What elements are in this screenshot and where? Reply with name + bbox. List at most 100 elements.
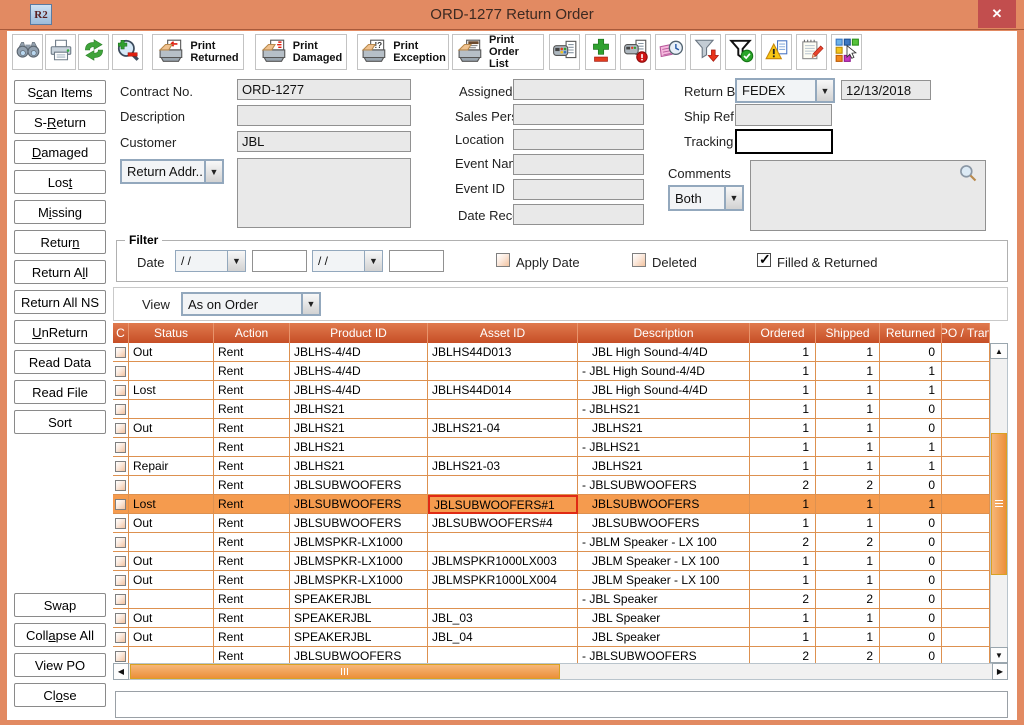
date-from-time-field[interactable] bbox=[252, 250, 307, 272]
notes-clock-button[interactable] bbox=[655, 34, 686, 70]
warning-doc-button[interactable] bbox=[761, 34, 792, 70]
row-checkbox[interactable] bbox=[115, 632, 126, 643]
chevron-down-icon[interactable]: ▼ bbox=[815, 80, 833, 101]
event-id-field[interactable] bbox=[513, 179, 644, 200]
notepad-pencil-button[interactable] bbox=[796, 34, 827, 70]
print-order-list-button[interactable]: PrintOrder List bbox=[452, 34, 544, 70]
scroll-right-icon[interactable]: ▶ bbox=[992, 663, 1008, 680]
return-date-field[interactable] bbox=[841, 80, 931, 100]
table-row[interactable]: LostRentJBLHS-4/4DJBLHS44D014JBL High So… bbox=[113, 381, 990, 400]
tracking-field[interactable] bbox=[735, 129, 833, 154]
scroll-up-icon[interactable]: ▲ bbox=[990, 343, 1008, 359]
row-checkbox[interactable] bbox=[115, 366, 126, 377]
chevron-down-icon[interactable]: ▼ bbox=[204, 161, 222, 182]
scanner-list-button[interactable] bbox=[549, 34, 580, 70]
column-header-description[interactable]: Description bbox=[578, 323, 750, 343]
table-row[interactable]: OutRentJBLSUBWOOFERSJBLSUBWOOFERS#4JBLSU… bbox=[113, 514, 990, 533]
sidebar-button-read-data[interactable]: Read Data bbox=[14, 350, 106, 374]
table-row[interactable]: RentJBLMSPKR-LX1000- JBLM Speaker - LX 1… bbox=[113, 533, 990, 552]
event-name-field[interactable] bbox=[513, 154, 644, 175]
table-row[interactable]: OutRentJBLHS-4/4DJBLHS44D013JBL High Sou… bbox=[113, 343, 990, 362]
table-row[interactable]: OutRentJBLHS21JBLHS21-04JBLHS21110 bbox=[113, 419, 990, 438]
customer-field[interactable] bbox=[237, 131, 411, 152]
row-checkbox[interactable] bbox=[115, 518, 126, 529]
table-row[interactable]: LostRentJBLSUBWOOFERSJBLSUBWOOFERS#1JBLS… bbox=[113, 495, 990, 514]
print-returned-button[interactable]: PrintReturned bbox=[152, 34, 244, 70]
column-header-status[interactable]: Status bbox=[129, 323, 214, 343]
chevron-down-icon[interactable]: ▼ bbox=[364, 251, 382, 271]
column-header-ordered[interactable]: Ordered bbox=[750, 323, 816, 343]
table-row[interactable]: RepairRentJBLHS21JBLHS21-03JBLHS21111 bbox=[113, 457, 990, 476]
column-header-c[interactable]: C bbox=[113, 323, 129, 343]
sales-person-field[interactable] bbox=[513, 104, 644, 125]
sidebar-button-unreturn[interactable]: UnReturn bbox=[14, 320, 106, 344]
print-damaged-button[interactable]: PrintDamaged bbox=[255, 34, 347, 70]
funnel-arrow-button[interactable] bbox=[690, 34, 721, 70]
ship-ref-field[interactable] bbox=[735, 104, 832, 126]
row-checkbox[interactable] bbox=[115, 480, 126, 491]
date-to-time-field[interactable] bbox=[389, 250, 444, 272]
table-row[interactable]: RentJBLHS21- JBLHS21110 bbox=[113, 400, 990, 419]
date-to-dropdown[interactable]: / / ▼ bbox=[312, 250, 383, 272]
column-header-shipped[interactable]: Shipped bbox=[816, 323, 880, 343]
row-checkbox[interactable] bbox=[115, 404, 126, 415]
comments-textarea[interactable] bbox=[750, 160, 986, 231]
column-header-asset-id[interactable]: Asset ID bbox=[428, 323, 578, 343]
printer-button[interactable] bbox=[45, 34, 76, 70]
sidebar-button-scan-items[interactable]: Scan Items bbox=[14, 80, 106, 104]
row-checkbox[interactable] bbox=[115, 423, 126, 434]
view-dropdown[interactable]: As on Order ▼ bbox=[181, 292, 321, 316]
row-checkbox[interactable] bbox=[115, 613, 126, 624]
sidebar-button-return[interactable]: Return bbox=[14, 230, 106, 254]
row-checkbox[interactable] bbox=[115, 556, 126, 567]
sidebar-button-view-po[interactable]: View PO bbox=[14, 653, 106, 677]
sidebar-button-collapse-all[interactable]: Collapse All bbox=[14, 623, 106, 647]
search-icon[interactable] bbox=[958, 163, 978, 183]
sidebar-button-damaged[interactable]: Damaged bbox=[14, 140, 106, 164]
table-row[interactable]: RentJBLSUBWOOFERS- JBLSUBWOOFERS220 bbox=[113, 647, 990, 663]
sidebar-button-swap[interactable]: Swap bbox=[14, 593, 106, 617]
print-exception-button[interactable]: !?PrintException bbox=[357, 34, 449, 70]
apply-date-checkbox[interactable] bbox=[496, 253, 510, 267]
scroll-left-icon[interactable]: ◀ bbox=[113, 663, 129, 680]
binoculars-button[interactable] bbox=[12, 34, 43, 70]
sidebar-button-lost[interactable]: Lost bbox=[14, 170, 106, 194]
sidebar-button-sort[interactable]: Sort bbox=[14, 410, 106, 434]
chevron-down-icon[interactable]: ▼ bbox=[227, 251, 245, 271]
table-row[interactable]: OutRentJBLMSPKR-LX1000JBLMSPKR1000LX004J… bbox=[113, 571, 990, 590]
add-remove-button[interactable] bbox=[585, 34, 616, 70]
date-from-dropdown[interactable]: / / ▼ bbox=[175, 250, 246, 272]
row-checkbox[interactable] bbox=[115, 575, 126, 586]
horizontal-scroll-thumb[interactable] bbox=[130, 664, 560, 679]
table-row[interactable]: OutRentSPEAKERJBLJBL_03JBL Speaker110 bbox=[113, 609, 990, 628]
scanner-alert-button[interactable] bbox=[620, 34, 651, 70]
refresh-button[interactable] bbox=[78, 34, 109, 70]
row-checkbox[interactable] bbox=[115, 651, 126, 662]
table-row[interactable]: RentSPEAKERJBL- JBL Speaker220 bbox=[113, 590, 990, 609]
customize-grid-button[interactable] bbox=[831, 34, 862, 70]
table-row[interactable]: RentJBLSUBWOOFERS- JBLSUBWOOFERS220 bbox=[113, 476, 990, 495]
contract-no-field[interactable] bbox=[237, 79, 411, 100]
location-field[interactable] bbox=[513, 129, 644, 150]
comments-mode-dropdown[interactable]: Both ▼ bbox=[668, 185, 744, 211]
table-row[interactable]: RentJBLHS21- JBLHS21111 bbox=[113, 438, 990, 457]
close-icon[interactable]: ✕ bbox=[978, 0, 1016, 28]
sidebar-button-return-all-ns[interactable]: Return All NS bbox=[14, 290, 106, 314]
return-addr-dropdown[interactable]: Return Addr... ▼ bbox=[120, 159, 224, 184]
sidebar-button-return-all[interactable]: Return All bbox=[14, 260, 106, 284]
assigned-to-field[interactable] bbox=[513, 79, 644, 100]
sidebar-button-s-return[interactable]: S-Return bbox=[14, 110, 106, 134]
table-row[interactable]: OutRentSPEAKERJBLJBL_04JBL Speaker110 bbox=[113, 628, 990, 647]
footer-note-field[interactable] bbox=[115, 691, 1008, 718]
chevron-down-icon[interactable]: ▼ bbox=[724, 187, 742, 209]
vertical-scroll-thumb[interactable] bbox=[991, 433, 1007, 575]
zoom-plus-minus-button[interactable] bbox=[112, 34, 143, 70]
column-header-action[interactable]: Action bbox=[214, 323, 290, 343]
chevron-down-icon[interactable]: ▼ bbox=[301, 294, 319, 314]
scroll-down-icon[interactable]: ▼ bbox=[990, 647, 1008, 663]
sidebar-button-close[interactable]: Close bbox=[14, 683, 106, 707]
row-checkbox[interactable] bbox=[115, 537, 126, 548]
row-checkbox[interactable] bbox=[115, 594, 126, 605]
filter-check-button[interactable] bbox=[725, 34, 756, 70]
row-checkbox[interactable] bbox=[115, 385, 126, 396]
